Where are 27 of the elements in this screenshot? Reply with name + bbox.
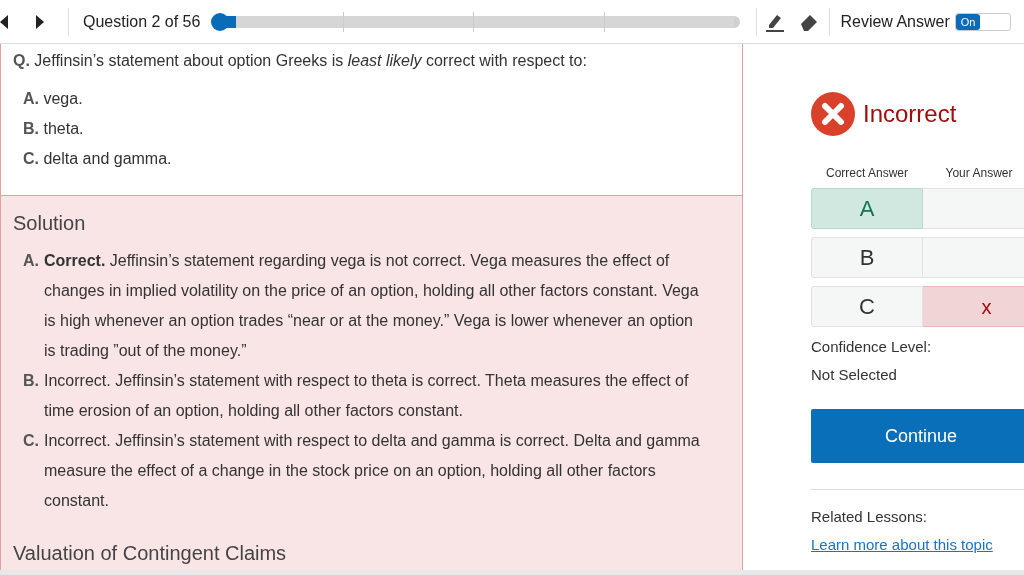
answer-option[interactable]: B. theta.	[23, 118, 730, 140]
answer-option[interactable]: C. delta and gamma.	[23, 148, 730, 170]
review-answer-label: Review Answer	[840, 11, 950, 32]
correct-answer-cell: A	[811, 188, 923, 229]
question-counter: Question 2 of 56	[83, 11, 201, 32]
option-letter: A.	[23, 251, 40, 271]
option-letter: B.	[23, 371, 40, 391]
column-header: Your Answer	[944, 165, 1014, 182]
question-text: Q. Jeffinsin’s statement about option Greeks is least likely correct with respect to:	[13, 51, 588, 71]
solution-explanation: Incorrect. Jeffinsin’s statement with respect to delta and gamma is correct. Delta and gamma measure the effect of a change in the stock price on an option, holding all other factors constant.	[44, 431, 701, 511]
result-label: Incorrect	[863, 99, 957, 129]
topic-link[interactable]: Learn more about this topic	[811, 535, 1024, 555]
solution-heading: Solution	[13, 211, 87, 236]
solution-explanation: Incorrect. Jeffinsin’s statement with respect to theta is correct. Theta measures the effect of time erosion of an option, holding all other factors constant.	[44, 371, 690, 421]
section-heading: Valuation of Contingent Claims	[13, 541, 288, 566]
your-answer-cell: x	[923, 286, 1024, 327]
continue-button[interactable]: Continue	[811, 409, 1024, 463]
correct-answer-cell: B	[811, 237, 923, 278]
column-header: Correct Answer	[825, 165, 909, 182]
solution-explanation: Correct. Jeffinsin’s statement regarding vega is not correct. Vega measures the effect of changes in implied volatility on the price of an option, holding all other factors constant. Vega is high whenever an option trades “near or at the money.” Vega is lower whenever an option is trading ”out of the money.”	[44, 251, 700, 361]
correct-answer-cell: C	[811, 286, 923, 327]
review-toggle[interactable]: On	[954, 12, 1011, 31]
confidence-label: Confidence Level:	[811, 337, 933, 357]
answer-option[interactable]: A. vega.	[23, 88, 730, 110]
option-letter: C.	[23, 431, 40, 451]
confidence-value: Not Selected	[811, 365, 898, 385]
related-lessons-label: Related Lessons:	[811, 507, 928, 527]
